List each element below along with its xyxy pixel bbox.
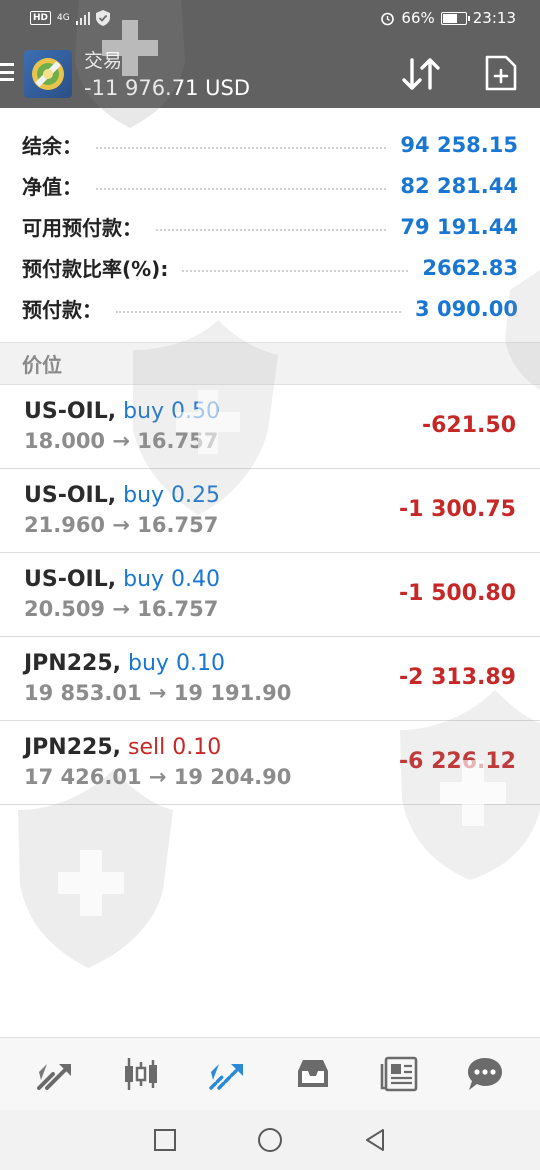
current-price: 19 204.90 [173,765,292,789]
recent-apps-icon[interactable] [153,1128,177,1152]
open-price: 20.509 [24,597,106,621]
bottom-nav [0,1037,540,1110]
open-price: 21.960 [24,513,106,537]
position-profit: -621.50 [421,413,516,438]
position-profit: -2 313.89 [399,665,516,690]
dot-leader [116,310,402,313]
position-profit: -1 300.75 [399,497,516,522]
position-row[interactable]: JPN225, buy 0.10 19 853.01 → 19 191.90 -… [0,637,540,721]
arrow-icon: → [112,597,130,621]
shield-check-icon [96,10,111,26]
position-profit: -6 226.12 [399,749,516,774]
news-icon[interactable] [371,1046,427,1102]
position-direction: buy [123,567,165,592]
current-price: 16.757 [137,597,219,621]
position-direction: buy [123,399,165,424]
open-price: 17 426.01 [24,765,142,789]
chart-icon[interactable] [113,1046,169,1102]
margin-value: 3 090.00 [415,296,518,321]
position-direction: buy [123,483,165,508]
position-volume: 0.10 [175,651,225,676]
position-symbol: JPN225, [24,735,122,760]
current-price: 16.757 [137,429,219,453]
new-order-icon[interactable] [484,54,518,92]
current-price: 19 191.90 [173,681,292,705]
balance-value: 94 258.15 [400,132,518,157]
hd-badge: HD [30,11,52,25]
free-margin-value: 79 191.44 [400,214,518,239]
position-volume: 0.25 [171,483,221,508]
trade-icon[interactable] [199,1046,255,1102]
account-row-equity: 净值： 82 281.44 [0,165,540,206]
account-row-margin-level: 预付款比率(%): 2662.83 [0,247,540,288]
arrow-icon: → [148,765,167,789]
position-row[interactable]: US-OIL, buy 0.40 20.509 → 16.757 -1 500.… [0,553,540,637]
battery-icon [440,11,470,25]
dot-leader [182,269,409,272]
signal-icon [75,11,91,25]
app-logo [24,50,72,98]
margin-level-label: 预付款比率(%): [22,257,169,281]
dot-leader [96,146,387,149]
sort-icon[interactable] [400,56,444,92]
dot-leader [96,187,387,190]
section-header-prices: 价位 [0,342,540,385]
arrow-icon: → [148,681,167,705]
app-header: 交易 -11 976.71 USD [0,36,540,108]
account-row-balance: 结余： 94 258.15 [0,124,540,165]
position-direction: sell [128,735,166,760]
arrow-icon: → [112,429,130,453]
position-volume: 0.40 [171,567,221,592]
position-symbol: US-OIL, [24,567,117,592]
quotes-icon[interactable] [27,1046,83,1102]
balance-label: 结余： [22,134,82,158]
current-price: 16.757 [137,513,219,537]
position-symbol: US-OIL, [24,483,117,508]
header-balance: -11 976.71 USD [84,76,251,100]
menu-icon[interactable] [0,63,14,81]
position-volume: 0.10 [172,735,222,760]
position-volume: 0.50 [171,399,221,424]
position-row[interactable]: JPN225, sell 0.10 17 426.01 → 19 204.90 … [0,721,540,805]
header-title: 交易 [84,50,123,72]
back-icon[interactable] [363,1128,387,1152]
account-row-margin: 预付款： 3 090.00 [0,288,540,329]
equity-label: 净值： [22,175,82,199]
network-type: 4G [57,12,70,23]
free-margin-label: 可用预付款： [22,216,142,240]
equity-value: 82 281.44 [400,173,518,198]
account-row-free-margin: 可用预付款： 79 191.44 [0,206,540,247]
home-icon[interactable] [257,1127,283,1153]
position-direction: buy [128,651,169,676]
battery-percent: 66% [401,9,435,27]
open-price: 19 853.01 [24,681,142,705]
positions-list: US-OIL, buy 0.50 18.000 → 16.757 -621.50… [0,385,540,805]
clock: 23:13 [472,9,516,27]
margin-level-value: 2662.83 [422,255,518,280]
open-price: 18.000 [24,429,106,453]
system-nav-bar [0,1110,540,1170]
dot-leader [156,228,387,231]
margin-label: 预付款： [22,298,102,322]
arrow-icon: → [112,513,130,537]
chat-icon[interactable] [457,1046,513,1102]
position-profit: -1 500.80 [399,581,516,606]
account-summary: 结余： 94 258.15 净值： 82 281.44 可用预付款： 79 19… [0,124,540,329]
status-bar: HD 4G 66% 23:13 [0,0,540,36]
alarm-icon [381,12,395,25]
position-row[interactable]: US-OIL, buy 0.25 21.960 → 16.757 -1 300.… [0,469,540,553]
position-symbol: JPN225, [24,651,122,676]
position-row[interactable]: US-OIL, buy 0.50 18.000 → 16.757 -621.50 [0,385,540,469]
position-symbol: US-OIL, [24,399,117,424]
history-icon[interactable] [285,1046,341,1102]
